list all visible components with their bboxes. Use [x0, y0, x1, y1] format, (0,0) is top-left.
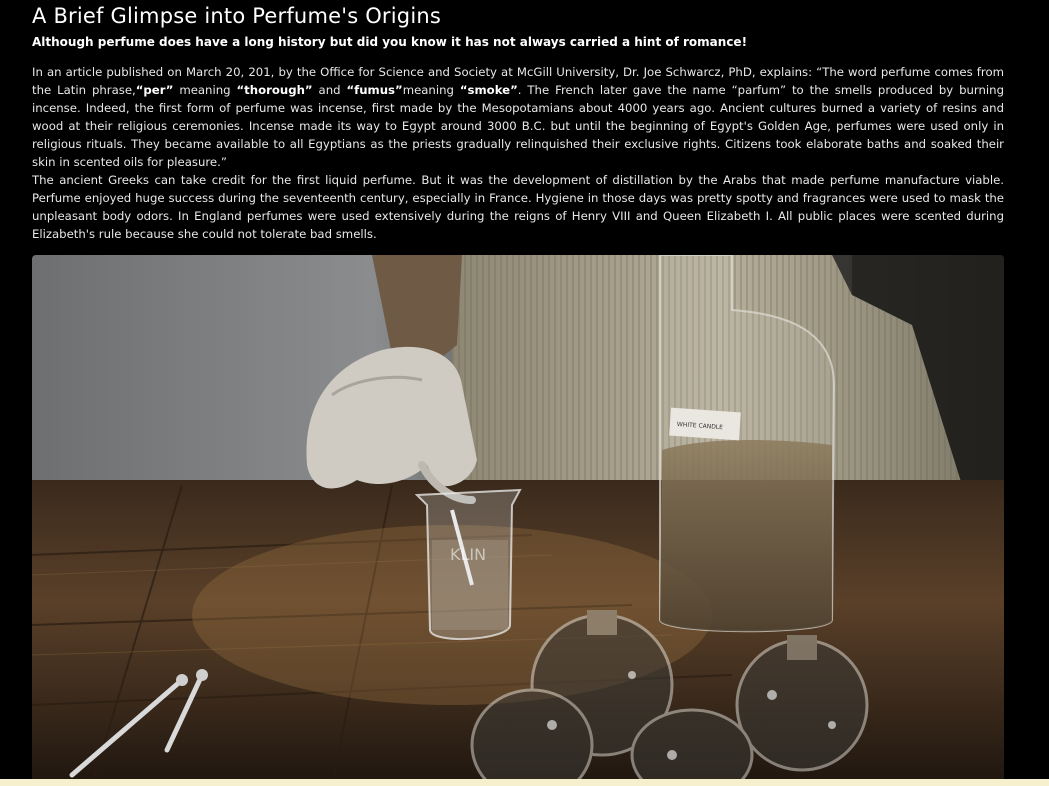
beaker-mark: KLIN: [450, 545, 486, 564]
article-subtitle: Although perfume does have a long histor…: [32, 35, 748, 49]
article-body: In an article published on March 20, 201…: [32, 63, 1004, 243]
article-photo: KLIN WHITE CANDLE: [32, 255, 1004, 785]
paragraph-history: The ancient Greeks can take credit for t…: [32, 173, 1004, 241]
beaker: KLIN: [414, 488, 522, 640]
term-fumus: “fumus”: [346, 83, 403, 97]
page-bottom-strip: [0, 779, 1049, 786]
term-per: “per”: [135, 83, 174, 97]
article-title: A Brief Glimpse into Perfume's Origins: [32, 4, 442, 28]
paragraph-origins: In an article published on March 20, 201…: [32, 63, 1004, 171]
text-segment: and: [312, 83, 347, 97]
perfume-lab-illustration: KLIN WHITE CANDLE: [32, 255, 1004, 785]
text-segment: meaning: [173, 83, 237, 97]
term-smoke: “smoke”: [459, 83, 518, 97]
term-thorough: “thorough”: [236, 83, 313, 97]
text-segment: meaning: [402, 83, 460, 97]
